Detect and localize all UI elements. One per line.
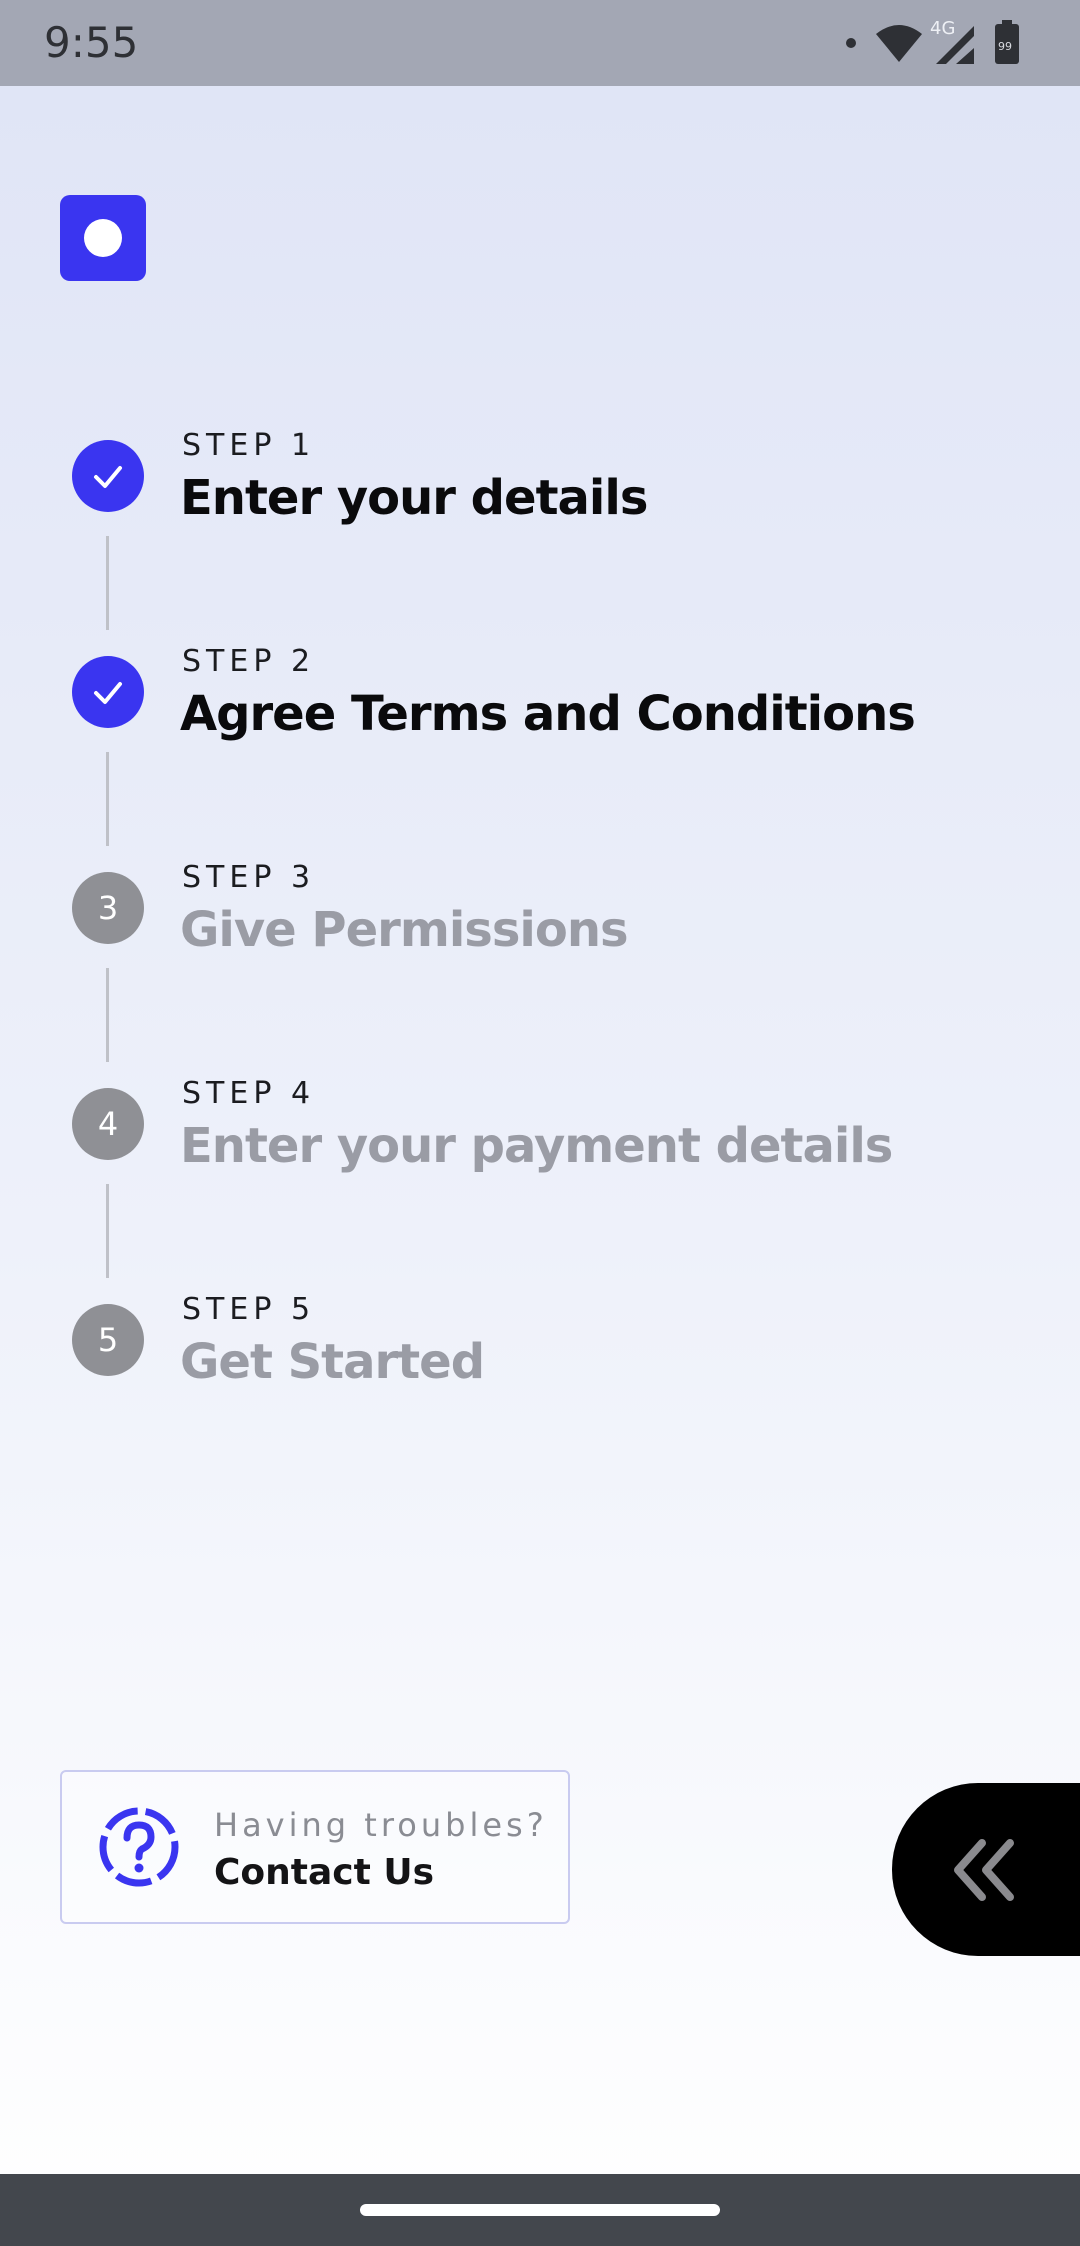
step-connector: [106, 968, 109, 1062]
wifi-icon: [876, 25, 922, 62]
help-subtitle: Having troubles?: [214, 1806, 548, 1844]
step-1: STEP 1 Enter your details: [0, 428, 1080, 550]
step-connector: [106, 752, 109, 846]
step-3: 3 STEP 3 Give Permissions: [0, 860, 1080, 982]
step-4-title: Enter your payment details: [180, 1118, 893, 1174]
cellular-signal-icon: [936, 26, 974, 64]
help-question-icon: [99, 1807, 179, 1887]
step-1-check-icon: [72, 440, 144, 512]
step-3-number-badge: 3: [72, 872, 144, 944]
step-3-label: STEP 3: [182, 860, 316, 895]
notification-dot-icon: [846, 38, 856, 48]
step-5: 5 STEP 5 Get Started: [0, 1292, 1080, 1414]
step-5-title: Get Started: [180, 1334, 485, 1390]
step-2-title: Agree Terms and Conditions: [180, 686, 916, 742]
step-connector: [106, 536, 109, 630]
step-4: 4 STEP 4 Enter your payment details: [0, 1076, 1080, 1198]
app-logo: [60, 195, 146, 281]
home-gesture-handle[interactable]: [360, 2204, 720, 2216]
step-1-label: STEP 1: [182, 428, 316, 463]
back-button[interactable]: [892, 1783, 1080, 1956]
step-3-title: Give Permissions: [180, 902, 629, 958]
step-2-label: STEP 2: [182, 644, 316, 679]
step-4-label: STEP 4: [182, 1076, 316, 1111]
battery-level-label: 99: [998, 40, 1012, 53]
system-navigation-bar: [0, 2174, 1080, 2246]
step-connector: [106, 1184, 109, 1278]
status-icons: 4G 99: [846, 18, 1046, 68]
contact-us-card[interactable]: Having troubles? Contact Us: [60, 1770, 570, 1924]
double-chevron-left-icon: [954, 1839, 1014, 1901]
step-1-title: Enter your details: [180, 470, 648, 526]
status-time: 9:55: [44, 18, 139, 67]
contact-us-link[interactable]: Contact Us: [214, 1852, 434, 1893]
step-4-number-badge: 4: [72, 1088, 144, 1160]
step-5-number-badge: 5: [72, 1304, 144, 1376]
step-2-check-icon: [72, 656, 144, 728]
step-2: STEP 2 Agree Terms and Conditions: [0, 644, 1080, 766]
status-bar: 9:55 4G 99: [0, 0, 1080, 86]
app-logo-icon: [84, 219, 122, 257]
step-5-label: STEP 5: [182, 1292, 316, 1327]
